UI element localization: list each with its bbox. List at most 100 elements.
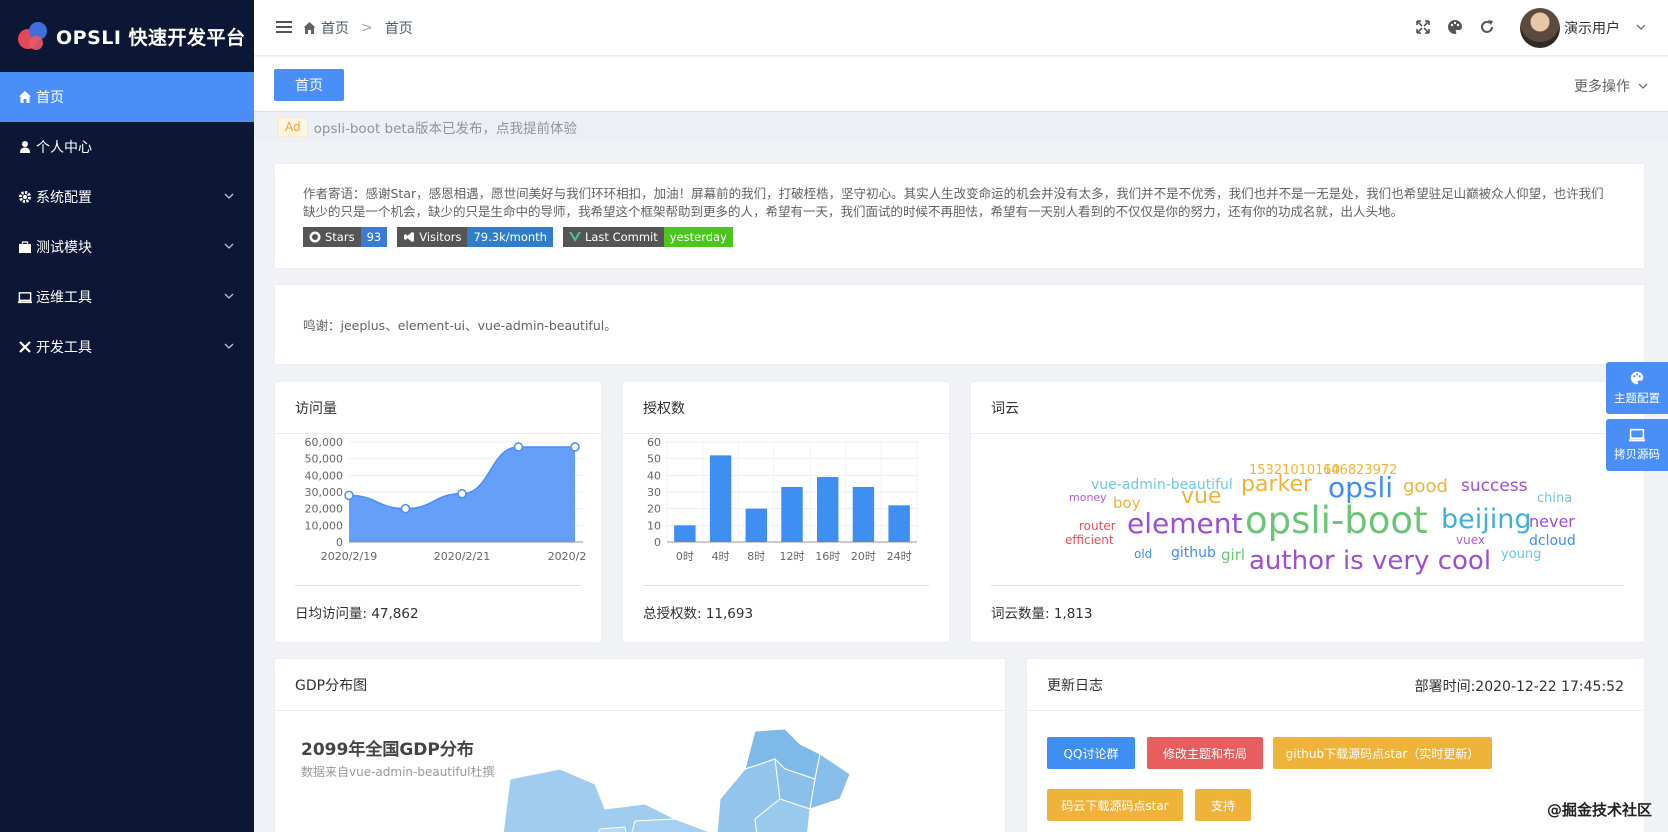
word-cloud-word: old	[1134, 547, 1153, 561]
y-tick-label: 60,000	[305, 438, 344, 449]
x-tick-label: 0时	[676, 550, 694, 563]
x-tick-label: 8时	[747, 550, 765, 563]
sidebar-item-label: 开发工具	[36, 340, 92, 356]
intro-card: 作者寄语：感谢Star，感恩相遇，愿世间美好与我们环环相扣，加油！屏幕前的我们，…	[274, 163, 1645, 269]
card-title: 词云	[971, 382, 1644, 434]
copy-source-button[interactable]: 拷贝源码	[1606, 419, 1668, 471]
sidebar-item-home[interactable]: 首页	[0, 72, 254, 122]
ad-banner[interactable]: Ad opsli-boot beta版本已发布，点我提前体验	[254, 112, 1668, 142]
header-actions	[1414, 18, 1496, 36]
y-tick-label: 10	[647, 519, 661, 532]
divider	[643, 585, 929, 586]
last-commit-badge[interactable]: Last Commit yesterday	[562, 227, 733, 247]
word-cloud-word: opsli	[1328, 471, 1394, 504]
word-cloud-word: opsli-boot	[1245, 499, 1428, 542]
word-cloud-word: vue	[1181, 484, 1222, 509]
y-tick-label: 40	[647, 469, 661, 482]
more-actions-label: 更多操作	[1574, 79, 1630, 95]
theme-layout-button[interactable]: 修改主题和布局	[1147, 737, 1263, 769]
y-tick-label: 10,000	[305, 519, 344, 532]
chevron-down-icon	[224, 293, 234, 299]
bar	[852, 487, 875, 542]
x-tick-label: 2020/2	[548, 550, 587, 563]
gitee-download-button[interactable]: 码云下载源码点star	[1047, 789, 1183, 821]
card-title: 授权数	[623, 382, 949, 434]
qq-group-button[interactable]: QQ讨论群	[1047, 737, 1135, 769]
bar	[674, 525, 696, 542]
word-cloud-word: efficient	[1065, 533, 1114, 547]
home-icon	[303, 22, 316, 34]
y-tick-label: 0	[654, 536, 661, 549]
sidebar-item-profile[interactable]: 个人中心	[0, 122, 254, 172]
sidebar-item-test-module[interactable]: 测试模块	[0, 222, 254, 272]
vue-icon	[568, 232, 581, 242]
divider	[991, 585, 1624, 586]
x-tick-label: 2020/2/21	[434, 550, 490, 563]
daily-visits-stat: 日均访问量: 47,862	[295, 606, 419, 622]
word-cloud-word: vuex	[1456, 533, 1485, 547]
y-tick-label: 50	[647, 453, 661, 466]
breadcrumb-item[interactable]: 首页	[321, 18, 349, 38]
visitors-badge[interactable]: Visitors 79.3k/month	[397, 227, 553, 247]
breadcrumb-item: 首页	[384, 21, 413, 37]
more-actions-dropdown[interactable]: 更多操作	[1574, 76, 1648, 96]
badge-label: Stars	[325, 230, 355, 244]
avatar[interactable]	[1520, 8, 1560, 48]
top-header: 首页 > 首页 演示用户	[254, 0, 1668, 56]
word-cloud-word: dcloud	[1529, 533, 1576, 549]
word-cloud-word: money	[1069, 491, 1107, 504]
bar	[888, 505, 910, 542]
username[interactable]: 演示用户	[1564, 18, 1620, 38]
tools-icon	[18, 340, 32, 354]
refresh-icon[interactable]	[1478, 18, 1496, 36]
stars-badge[interactable]: Stars 93	[303, 227, 388, 247]
word-cloud-word: author is very cool	[1249, 546, 1492, 576]
breadcrumb-separator: >	[361, 20, 373, 36]
word-cloud-word: element	[1127, 507, 1243, 540]
sidebar-item-label: 测试模块	[36, 240, 92, 256]
y-tick-label: 30	[647, 486, 661, 499]
y-tick-label: 30,000	[305, 486, 344, 499]
total-auth-stat: 总授权数: 11,693	[643, 606, 754, 622]
theme-config-button[interactable]: 主题配置	[1606, 362, 1668, 414]
menu-toggle-icon[interactable]	[276, 20, 292, 34]
sidebar-item-system-config[interactable]: 系统配置	[0, 172, 254, 222]
tabs-bar: 首页 更多操作	[254, 57, 1668, 112]
word-cloud-word: china	[1537, 491, 1573, 506]
divider	[295, 585, 581, 586]
github-download-button[interactable]: github下载源码点star（实时更新）	[1273, 737, 1492, 769]
tab-home[interactable]: 首页	[274, 69, 344, 101]
word-cloud-word: github	[1171, 545, 1216, 561]
support-button[interactable]: 支持	[1195, 789, 1251, 821]
word-cloud-word: never	[1529, 512, 1575, 531]
author-message: 作者寄语：感谢Star，感恩相遇，愿世间美好与我们环环相扣，加油！屏幕前的我们，…	[303, 186, 1604, 219]
deploy-time: 部署时间:2020-12-22 17:45:52	[1414, 679, 1624, 695]
app-logo[interactable]: OPSLI 快速开发平台	[0, 0, 254, 72]
chevron-down-icon	[1638, 83, 1648, 89]
sidebar-item-ops-tools[interactable]: 运维工具	[0, 272, 254, 322]
x-tick-label: 2020/2/19	[321, 550, 377, 563]
sidebar-item-dev-tools[interactable]: 开发工具	[0, 322, 254, 372]
sidebar-item-label: 首页	[36, 90, 64, 106]
badge-label: Visitors	[419, 230, 462, 244]
data-point	[400, 503, 411, 514]
theme-config-label: 主题配置	[1614, 391, 1660, 405]
ad-text[interactable]: opsli-boot beta版本已发布，点我提前体验	[314, 117, 577, 137]
y-tick-label: 20,000	[305, 503, 344, 516]
data-point	[344, 490, 354, 501]
china-gdp-map[interactable]	[275, 659, 1006, 832]
watermark: @掘金技术社区	[1546, 801, 1652, 819]
fullscreen-icon[interactable]	[1414, 18, 1432, 36]
x-tick-label: 24时	[887, 550, 912, 563]
y-tick-label: 50,000	[305, 453, 344, 466]
data-point	[513, 442, 524, 452]
chevron-down-icon[interactable]	[1636, 22, 1646, 32]
palette-icon[interactable]	[1446, 18, 1464, 36]
breadcrumb: 首页 > 首页	[302, 18, 413, 38]
vscode-icon	[404, 232, 415, 242]
chevron-down-icon	[224, 343, 234, 349]
ad-tag: Ad	[278, 117, 308, 137]
badge-label: Last Commit	[584, 230, 658, 244]
word-cloud-word: beijing	[1441, 504, 1532, 535]
sidebar-item-label: 系统配置	[36, 190, 92, 206]
